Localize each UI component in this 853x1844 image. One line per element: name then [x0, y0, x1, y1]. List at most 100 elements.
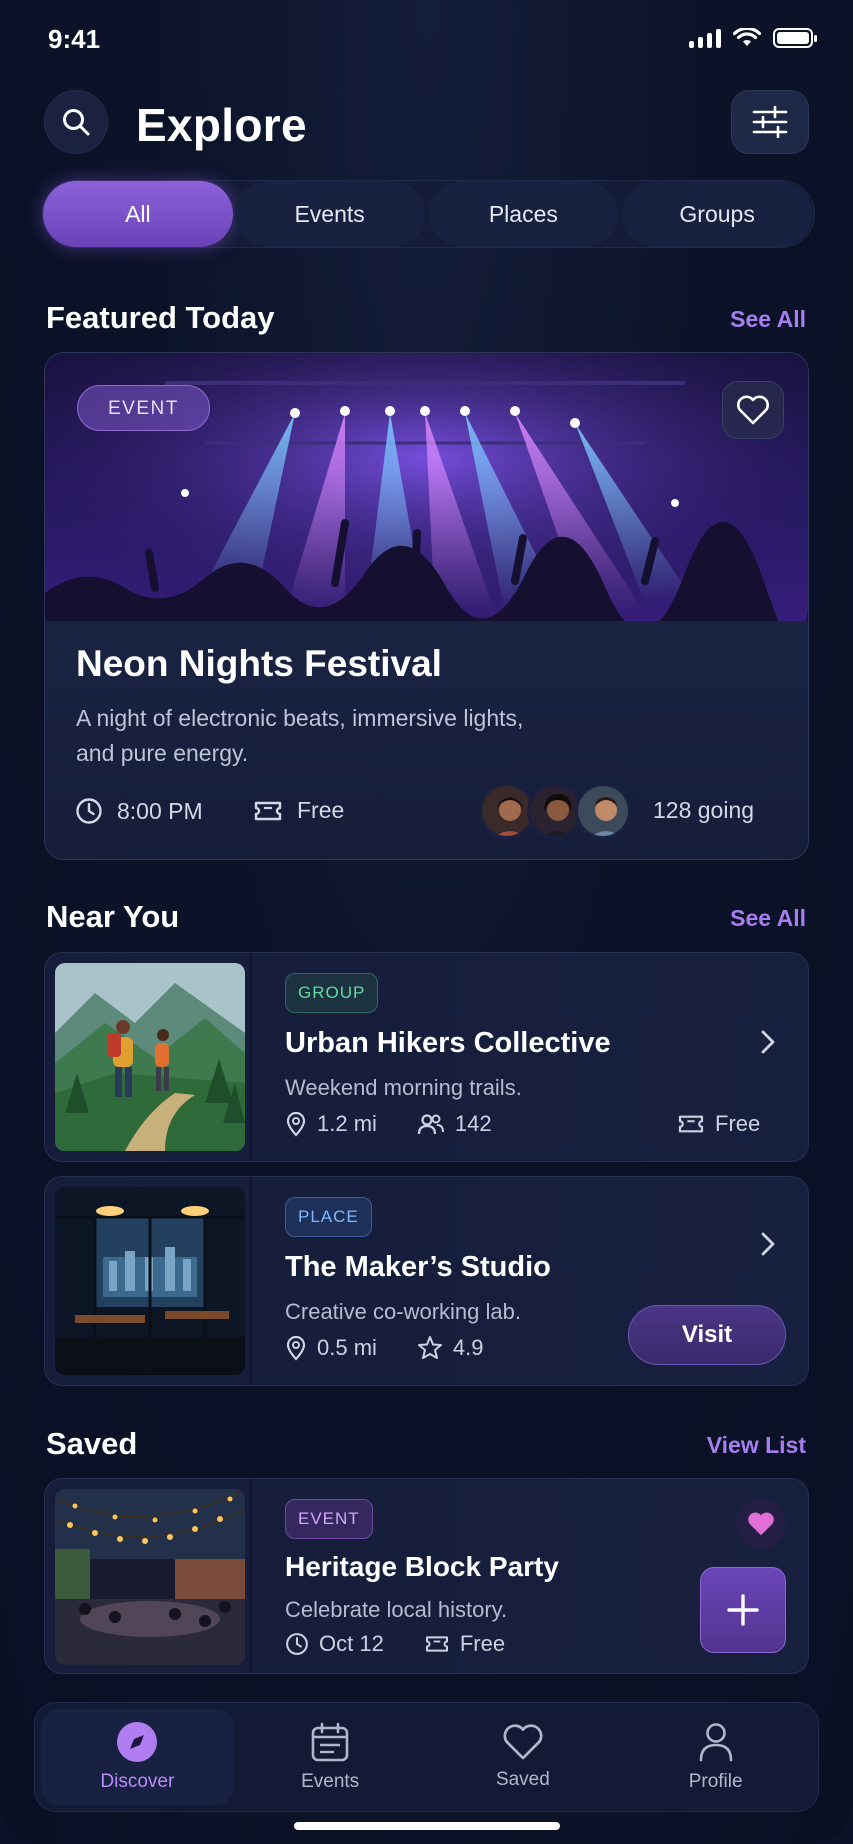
list-item-meta: 0.5 mi 4.9 [285, 1335, 484, 1361]
list-item[interactable]: EVENT Heritage Block Party Celebrate loc… [44, 1478, 809, 1674]
list-item-title: Urban Hikers Collective [285, 1027, 611, 1059]
block-party-image [55, 1489, 245, 1665]
search-icon [63, 109, 90, 136]
list-item[interactable]: PLACE The Maker’s Studio Creative co-wor… [44, 1176, 809, 1386]
featured-time-text: 8:00 PM [117, 797, 203, 824]
featured-time: 8:00 PM [75, 797, 203, 825]
clock-icon [286, 1633, 308, 1655]
featured-see-all-link[interactable]: See All [730, 306, 806, 333]
calendar-icon [311, 1722, 349, 1762]
price: Free [424, 1631, 505, 1657]
distance: 1.2 mi [285, 1111, 377, 1137]
members-text: 142 [454, 1111, 492, 1136]
event-chip: EVENT [285, 1499, 373, 1539]
price-text: Free [459, 1631, 506, 1656]
category-tabs: All Events Places Groups [42, 180, 815, 248]
tab-places[interactable]: Places [428, 181, 619, 247]
home-indicator [294, 1822, 560, 1830]
compass-icon [117, 1722, 158, 1762]
place-chip: PLACE [285, 1197, 372, 1237]
sliders-icon [752, 106, 788, 138]
list-item-meta: 1.2 mi 142 [285, 1111, 492, 1137]
studio-image [55, 1187, 245, 1375]
visit-button[interactable]: Visit [628, 1305, 786, 1365]
list-item-price: Free [677, 1111, 760, 1137]
chevron-right-icon[interactable] [760, 1231, 776, 1257]
featured-event-card[interactable]: EVENT Neon Nights Festival A night of el… [44, 352, 809, 860]
pin-icon [286, 1335, 306, 1361]
avatar [575, 783, 631, 839]
user-icon [699, 1723, 732, 1762]
featured-description: A night of electronic beats, immersive l… [76, 705, 524, 766]
users-icon [417, 1114, 444, 1135]
pin-icon [286, 1111, 306, 1137]
ticket-icon [678, 1115, 704, 1133]
list-item-title: The Maker’s Studio [285, 1251, 551, 1283]
near-you-see-all-link[interactable]: See All [730, 905, 806, 932]
date-text: Oct 12 [319, 1631, 384, 1656]
list-item-description: Weekend morning trails. [285, 1075, 522, 1100]
heart-icon [503, 1724, 543, 1760]
status-icons [689, 28, 817, 48]
nav-label: Discover [100, 1771, 175, 1792]
rating-text: 4.9 [452, 1335, 484, 1360]
divider [250, 953, 252, 1161]
distance-text: 0.5 mi [317, 1335, 377, 1360]
hikers-image [55, 963, 245, 1151]
nav-saved[interactable]: Saved [427, 1709, 620, 1805]
page-title: Explore [136, 99, 307, 151]
members: 142 [417, 1111, 492, 1137]
list-item-meta: Oct 12 Free [285, 1631, 505, 1657]
distance-text: 1.2 mi [317, 1111, 377, 1136]
list-item-title: Heritage Block Party [285, 1551, 559, 1582]
date: Oct 12 [285, 1631, 384, 1657]
tab-groups[interactable]: Groups [622, 181, 812, 247]
featured-title: Neon Nights Festival [76, 643, 442, 684]
nav-profile[interactable]: Profile [619, 1709, 812, 1805]
bottom-nav: Discover Events Saved Profile [34, 1702, 819, 1812]
status-bar: 9:41 [0, 0, 853, 80]
featured-price: Free [253, 797, 344, 824]
nav-events[interactable]: Events [234, 1709, 427, 1805]
list-item-description: Creative co-working lab. [285, 1299, 521, 1324]
group-chip: GROUP [285, 973, 379, 1013]
divider [250, 1479, 252, 1673]
nav-label: Saved [495, 1769, 550, 1790]
list-item-description: Celebrate local history. [285, 1597, 508, 1622]
clock-icon [76, 798, 102, 824]
list-item[interactable]: GROUP Urban Hikers Collective Weekend mo… [44, 952, 809, 1162]
status-time: 9:41 [48, 24, 101, 54]
featured-price-text: Free [297, 797, 345, 823]
star-icon [417, 1336, 442, 1359]
ticket-icon [254, 801, 282, 820]
event-category-chip: EVENT [77, 385, 210, 431]
going-count: 128 going [653, 797, 755, 823]
signal-icon [689, 28, 721, 48]
filter-button[interactable] [731, 90, 809, 154]
price-text: Free [715, 1111, 761, 1136]
add-button[interactable] [700, 1567, 786, 1653]
plus-icon [727, 1594, 759, 1626]
wifi-icon [733, 28, 761, 46]
heart-icon [737, 395, 769, 425]
ticket-icon [425, 1636, 448, 1652]
divider [250, 1177, 252, 1385]
favorite-button[interactable] [722, 381, 784, 439]
search-button[interactable] [44, 90, 108, 154]
saved-heart-button[interactable] [736, 1499, 786, 1549]
chevron-right-icon[interactable] [760, 1029, 776, 1055]
tab-events[interactable]: Events [234, 181, 425, 247]
heart-filled-icon [748, 1512, 774, 1536]
app-screen: 9:41 Explore All Events Places Groups Fe… [0, 0, 853, 1844]
rating: 4.9 [417, 1335, 484, 1361]
near-you-section-title: Near You [46, 899, 180, 934]
header: Explore [44, 90, 809, 156]
nav-discover[interactable]: Discover [41, 1709, 234, 1805]
view-list-link[interactable]: View List [707, 1432, 806, 1459]
featured-section-title: Featured Today [46, 300, 275, 335]
saved-section-title: Saved [46, 1426, 138, 1461]
attendee-avatars [479, 783, 631, 839]
nav-label: Profile [688, 1771, 743, 1792]
battery-icon [773, 28, 817, 48]
tab-all[interactable]: All [43, 181, 233, 247]
